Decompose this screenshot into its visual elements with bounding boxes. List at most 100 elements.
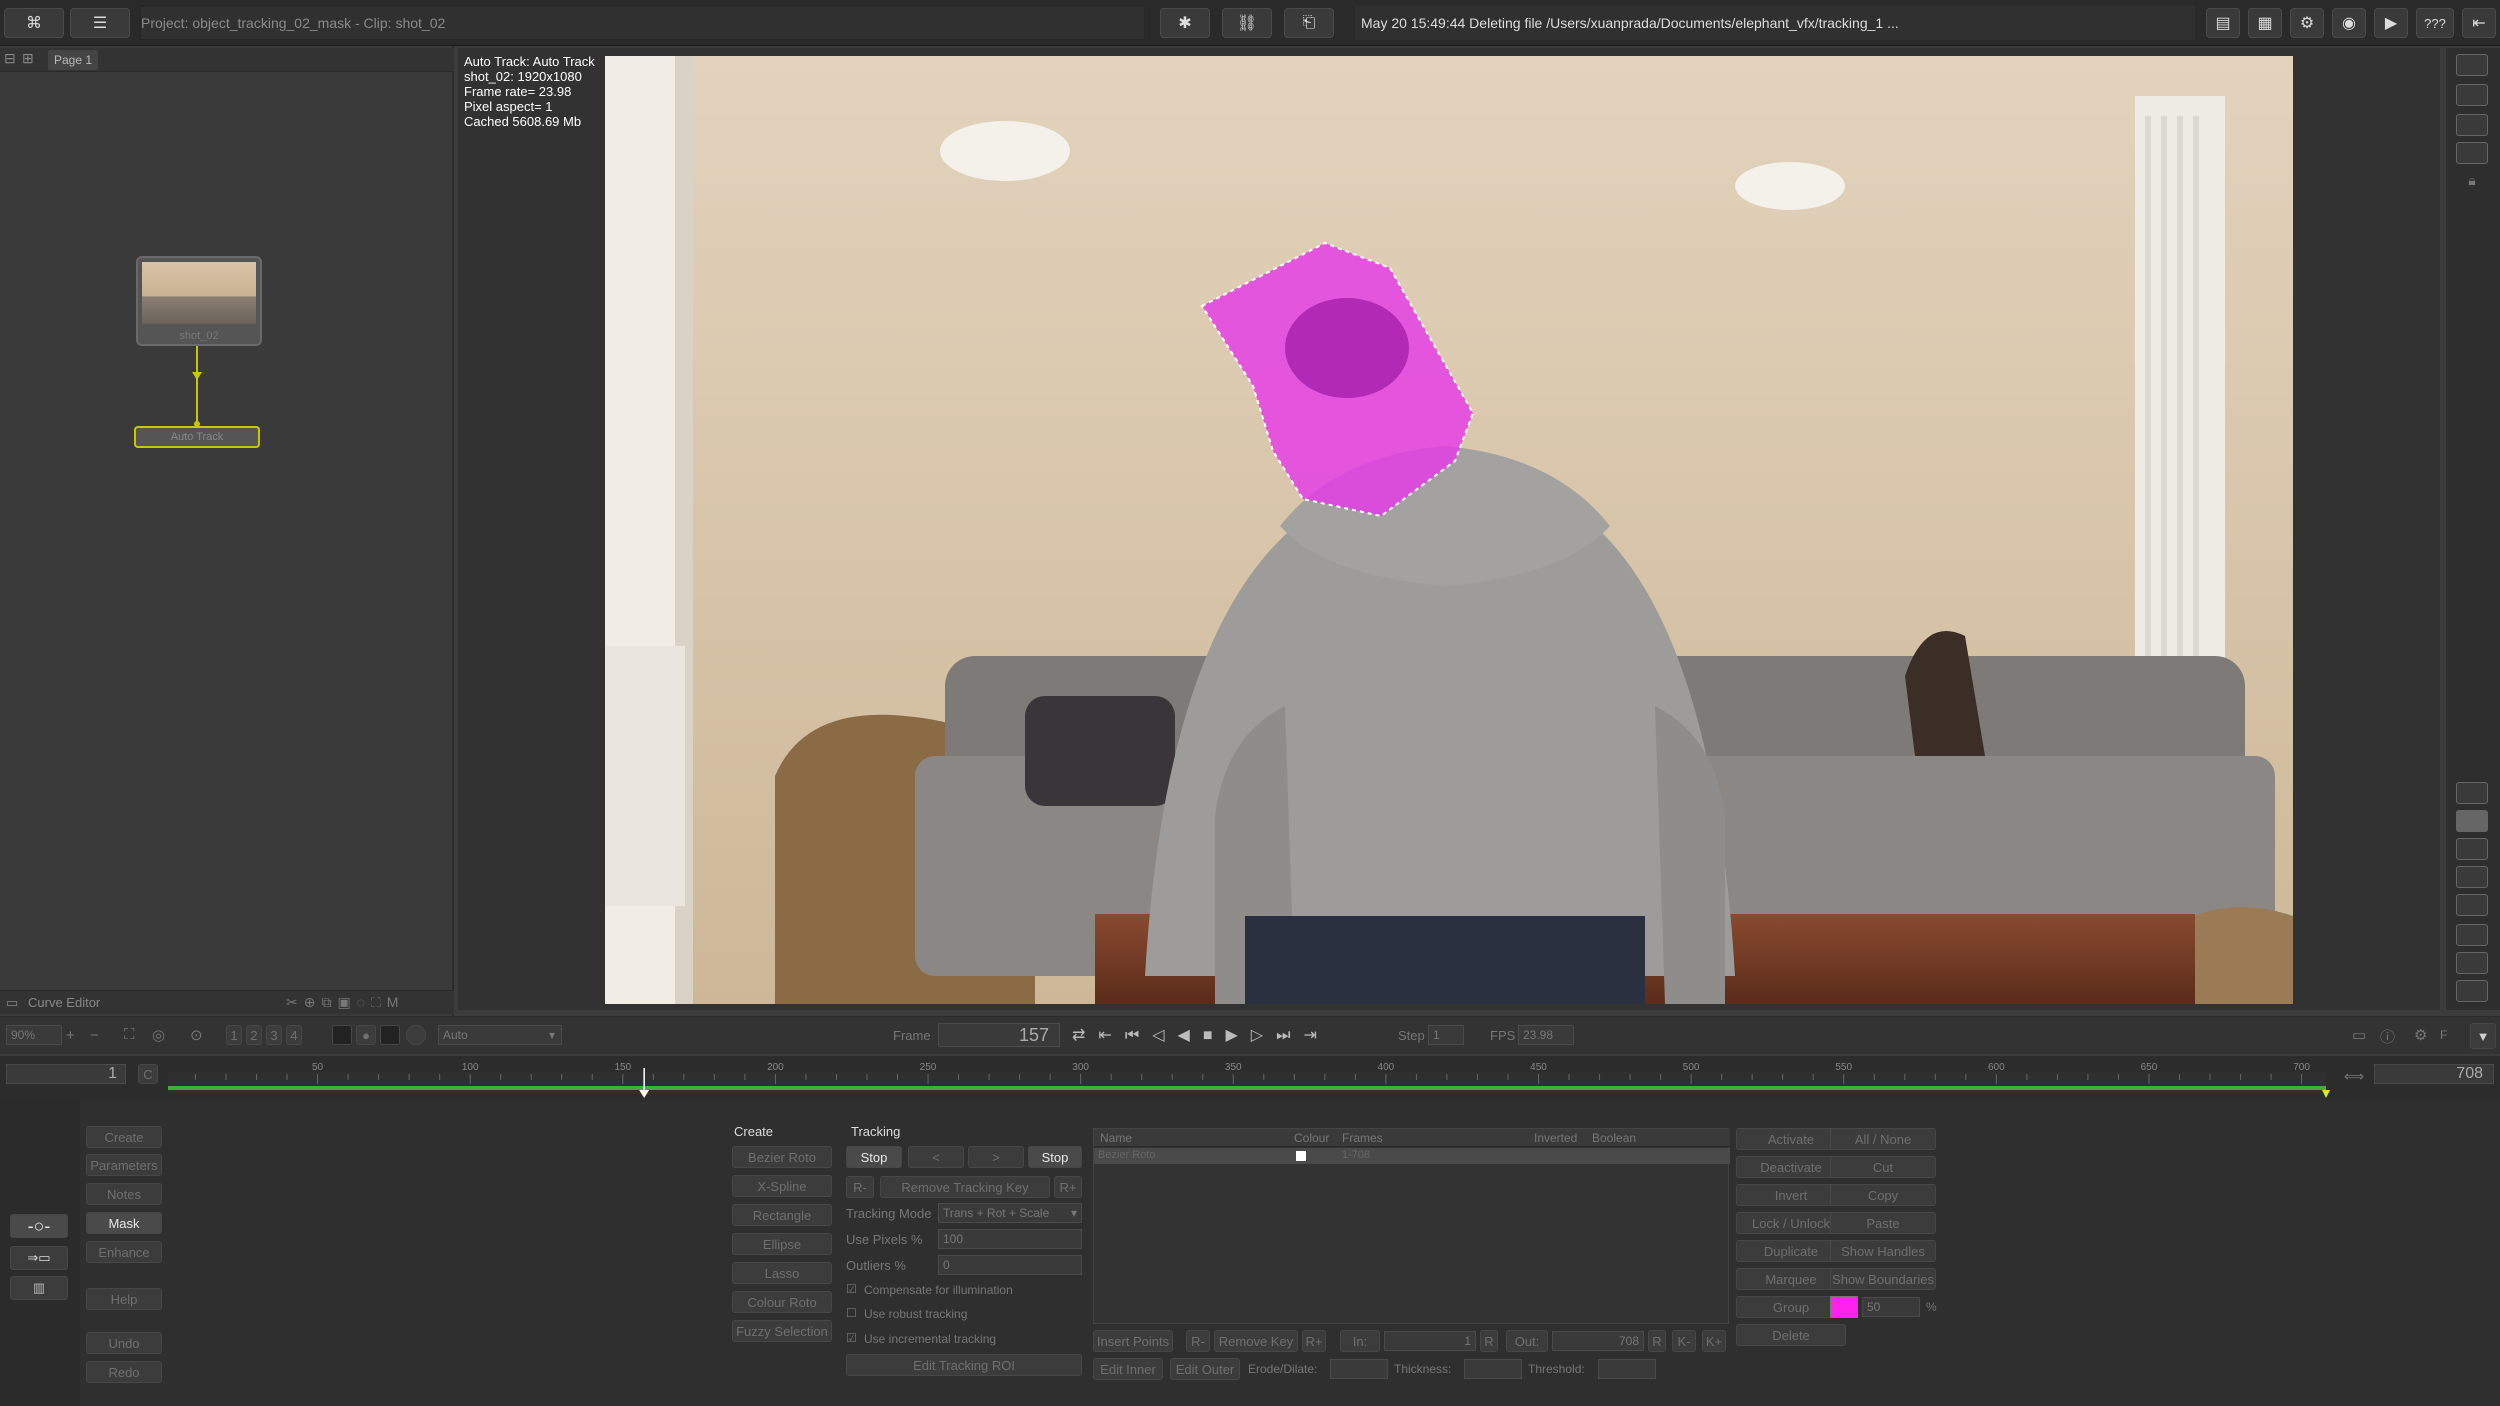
paste-button[interactable]: Paste xyxy=(1830,1212,1936,1234)
monitor-icon[interactable]: ▭ xyxy=(2352,1026,2366,1044)
timeline-end[interactable]: 708 xyxy=(2374,1064,2494,1084)
rectangle-button[interactable]: Rectangle xyxy=(732,1204,832,1226)
timeline[interactable]: 1 C 50 100 150 200 250 300 350 400 450 500 550 600 6… xyxy=(0,1056,2500,1100)
fps-field[interactable]: 23.98 xyxy=(1518,1025,1574,1045)
export-icon[interactable]: ⎗ xyxy=(1284,8,1334,38)
parameters-tab[interactable]: Parameters xyxy=(86,1154,162,1176)
lock-icon[interactable]: 🔒︎ xyxy=(2456,172,2488,194)
help-tab[interactable]: Help xyxy=(86,1288,162,1310)
link-icon[interactable]: ⛓ xyxy=(1222,8,1272,38)
step-field[interactable]: 1 xyxy=(1428,1025,1464,1045)
enhance-tab[interactable]: Enhance xyxy=(86,1241,162,1263)
incremental-checkbox[interactable]: ☑ xyxy=(846,1331,857,1345)
range-icon[interactable]: ⟺ xyxy=(2344,1068,2364,1085)
minus-icon[interactable]: ⊟ xyxy=(4,50,16,67)
fuzzy-selection-button[interactable]: Fuzzy Selection xyxy=(732,1320,832,1342)
copy-button[interactable]: Copy xyxy=(1830,1184,1936,1206)
brightness-icon[interactable] xyxy=(2456,980,2488,1002)
all-none-button[interactable]: All / None xyxy=(1830,1128,1936,1150)
create-tab[interactable]: Create xyxy=(86,1126,162,1148)
single-view-icon[interactable] xyxy=(2456,54,2488,76)
delete-button[interactable]: Delete xyxy=(1736,1324,1846,1346)
c-button[interactable]: C xyxy=(138,1064,158,1084)
table-icon[interactable]: ▦ xyxy=(2248,8,2282,38)
gear-icon[interactable]: ⚙ xyxy=(2290,8,2324,38)
quad-view-icon[interactable] xyxy=(2456,142,2488,164)
auto-track-node[interactable]: Auto Track xyxy=(134,426,260,448)
histogram-icon[interactable]: ▥ xyxy=(10,1276,68,1300)
refresh-icon[interactable] xyxy=(2456,782,2488,804)
remove-key-button[interactable]: Remove Key xyxy=(1214,1330,1298,1352)
horizontal-view-icon[interactable] xyxy=(2456,114,2488,136)
curve-editor-label[interactable]: Curve Editor xyxy=(28,995,100,1010)
k-plus-button[interactable]: K+ xyxy=(1702,1330,1726,1352)
channel-3[interactable]: 3 xyxy=(266,1025,282,1045)
f-icon[interactable]: F xyxy=(2440,1028,2447,1042)
table-row[interactable]: Bezier Roto 1-708 xyxy=(1094,1148,1730,1164)
undo-button[interactable]: Undo xyxy=(86,1332,162,1354)
key-minus-button[interactable]: R- xyxy=(1186,1330,1210,1352)
show-handles-button[interactable]: Show Handles xyxy=(1830,1240,1936,1262)
timeline-track[interactable]: 50 100 150 200 250 300 350 400 450 500 550 600 650 70… xyxy=(166,1060,2334,1098)
out-field[interactable]: 708 xyxy=(1552,1331,1644,1351)
rgb-icon[interactable] xyxy=(332,1025,352,1045)
overlay-icon[interactable] xyxy=(2456,838,2488,860)
grid-icon[interactable] xyxy=(2456,924,2488,946)
mask-mode-icon[interactable]: -○- xyxy=(10,1214,68,1238)
remove-tracking-key-button[interactable]: Remove Tracking Key xyxy=(880,1176,1050,1198)
page-tab[interactable]: Page 1 xyxy=(48,50,98,70)
threshold-field[interactable] xyxy=(1598,1359,1656,1379)
curve-editor-icon[interactable]: ▭ xyxy=(6,995,18,1011)
colour-roto-button[interactable]: Colour Roto xyxy=(732,1291,832,1313)
erode-field[interactable] xyxy=(1330,1359,1388,1379)
help-button[interactable]: ??? xyxy=(2416,8,2454,38)
remove-key-minus-button[interactable]: R- xyxy=(846,1176,874,1198)
playback-controls-icons[interactable]: ⇄⇤⏮◁◀■▶▷⏭⇥ xyxy=(1072,1025,1330,1045)
alpha-view-icon[interactable]: ● xyxy=(356,1025,376,1045)
outliers-field[interactable]: 0 xyxy=(938,1255,1082,1275)
dropdown-icon[interactable]: ▼ xyxy=(2470,1023,2496,1049)
curve-tools-icons[interactable]: ✂⊕⧉▣◌⛶M xyxy=(286,994,404,1011)
opacity-field[interactable]: 50 xyxy=(1862,1297,1920,1317)
edit-inner-button[interactable]: Edit Inner xyxy=(1093,1358,1163,1380)
track-prev-button[interactable]: < xyxy=(908,1146,964,1168)
tracking-mode-select[interactable]: Trans + Rot + Scale ▾ xyxy=(938,1203,1082,1223)
panel-icon[interactable]: ▤ xyxy=(2206,8,2240,38)
notes-tab[interactable]: Notes xyxy=(86,1183,162,1205)
bezier-roto-button[interactable]: Bezier Roto xyxy=(732,1146,832,1168)
view-mode-select[interactable]: Auto ▾ xyxy=(438,1025,562,1045)
film-icon[interactable]: ✱ xyxy=(1160,8,1210,38)
layer-icon[interactable] xyxy=(2456,810,2488,832)
plus-icon[interactable]: ⊞ xyxy=(22,50,34,67)
in-field[interactable]: 1 xyxy=(1384,1331,1476,1351)
row-colour-swatch[interactable] xyxy=(1296,1151,1306,1161)
mask-tab[interactable]: Mask xyxy=(86,1212,162,1234)
list-view-icon[interactable]: ☰ xyxy=(70,8,130,38)
robust-checkbox[interactable]: ☐ xyxy=(846,1306,857,1320)
ring-icon[interactable] xyxy=(406,1025,426,1045)
thickness-field[interactable] xyxy=(1464,1359,1522,1379)
ellipse-button[interactable]: Ellipse xyxy=(732,1233,832,1255)
fit-icon[interactable]: ⛶ xyxy=(124,1026,135,1043)
play-icon[interactable]: ▶ xyxy=(2374,8,2408,38)
in-reset-button[interactable]: R xyxy=(1480,1330,1498,1352)
channel-2[interactable]: 2 xyxy=(246,1025,262,1045)
eye-icon[interactable]: ◎ xyxy=(152,1026,165,1044)
edit-outer-button[interactable]: Edit Outer xyxy=(1170,1358,1240,1380)
zoom-field[interactable]: 90% xyxy=(6,1025,62,1045)
edit-tracking-roi-button[interactable]: Edit Tracking ROI xyxy=(846,1354,1082,1376)
source-node[interactable]: shot_02 xyxy=(136,256,262,346)
zoom-in-icon[interactable]: + xyxy=(66,1027,75,1044)
k-minus-button[interactable]: K- xyxy=(1672,1330,1696,1352)
frame-field[interactable]: 157 xyxy=(938,1023,1060,1047)
node-graph-icon[interactable]: ⌘ xyxy=(4,8,64,38)
compare-icon[interactable]: ⊙ xyxy=(190,1026,203,1044)
zoom-out-icon[interactable]: − xyxy=(90,1027,99,1044)
channel-4[interactable]: 4 xyxy=(286,1025,302,1045)
use-pixels-field[interactable]: 100 xyxy=(938,1229,1082,1249)
video-frame[interactable] xyxy=(605,56,2293,1004)
stop-forward-button[interactable]: Stop xyxy=(1028,1146,1082,1168)
lasso-button[interactable]: Lasso xyxy=(732,1262,832,1284)
camera-icon[interactable]: ◉ xyxy=(2332,8,2366,38)
transform-mode-icon[interactable]: ⇒▭ xyxy=(10,1246,68,1270)
